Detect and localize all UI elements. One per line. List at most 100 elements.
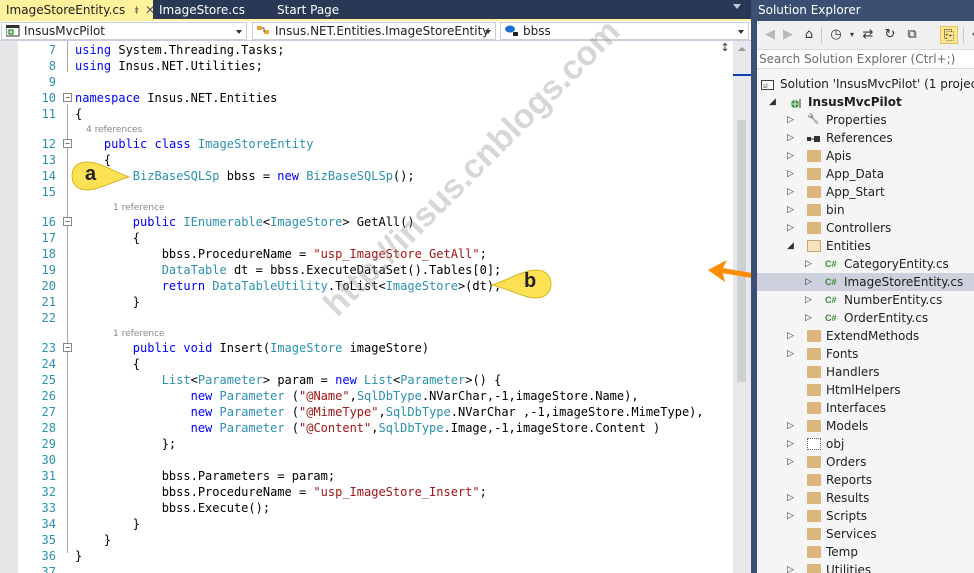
tree-item-orders[interactable]: ▷ Orders bbox=[757, 453, 974, 471]
collapsed-arrow-icon[interactable]: ▷ bbox=[787, 201, 794, 219]
collapse-region-icon[interactable]: − bbox=[63, 139, 72, 148]
code-line[interactable]: 24 { bbox=[18, 356, 708, 372]
tree-item-app-data[interactable]: ▷ App_Data bbox=[757, 165, 974, 183]
collapsed-arrow-icon[interactable]: ▷ bbox=[805, 273, 812, 291]
collapsed-arrow-icon[interactable]: ▷ bbox=[787, 345, 794, 363]
code-line[interactable]: 25 List<Parameter> param = new List<Para… bbox=[18, 372, 708, 388]
collapsed-arrow-icon[interactable]: ▷ bbox=[787, 435, 794, 453]
tree-item-obj[interactable]: ▷ obj bbox=[757, 435, 974, 453]
code-line[interactable]: 22 bbox=[18, 310, 708, 326]
code-line[interactable]: 36} bbox=[18, 548, 708, 564]
scrollbar-thumb[interactable] bbox=[737, 120, 746, 382]
code-line[interactable]: 12− public class ImageStoreEntity bbox=[18, 136, 708, 152]
collapsed-arrow-icon[interactable]: ▷ bbox=[787, 453, 794, 471]
code-line[interactable]: 10− namespace Insus.NET.Entities bbox=[18, 90, 708, 106]
tree-item-interfaces[interactable]: Interfaces bbox=[757, 399, 974, 417]
tree-item-app-start[interactable]: ▷ App_Start bbox=[757, 183, 974, 201]
collapsed-arrow-icon[interactable]: ▷ bbox=[787, 219, 794, 237]
codelens-references[interactable]: 1 reference bbox=[113, 202, 165, 214]
code-line[interactable]: 26 new Parameter ("@Name",SqlDbType.NVar… bbox=[18, 388, 708, 404]
expanded-arrow-icon[interactable]: ◢ bbox=[769, 93, 776, 111]
collapsed-arrow-icon[interactable]: ▷ bbox=[787, 147, 794, 165]
tab-start-page[interactable]: Start Page bbox=[271, 0, 351, 20]
tree-item-models[interactable]: ▷ Models bbox=[757, 417, 974, 435]
codelens-references[interactable]: 4 references bbox=[86, 124, 142, 136]
tree-item-fonts[interactable]: ▷ Fonts bbox=[757, 345, 974, 363]
split-window-icon[interactable]: ↕ bbox=[717, 41, 733, 55]
code-line[interactable]: 28 new Parameter ("@Content",SqlDbType.I… bbox=[18, 420, 708, 436]
collapsed-arrow-icon[interactable]: ▷ bbox=[787, 129, 794, 147]
code-line[interactable]: 21 } bbox=[18, 294, 708, 310]
code-line[interactable]: 9 bbox=[18, 74, 708, 90]
code-line[interactable]: 20 return DataTableUtility.ToList<ImageS… bbox=[18, 278, 708, 294]
tree-item-categoryentity-cs[interactable]: ▷ C# CategoryEntity.cs bbox=[757, 255, 974, 273]
tree-item-entities[interactable]: ◢ Entities bbox=[757, 237, 974, 255]
codelens-references[interactable]: 1 reference bbox=[113, 328, 165, 340]
code-text-area[interactable]: ↕ 7 using System.Threading.Tasks; 8 using I… bbox=[0, 12, 751, 573]
vertical-scrollbar[interactable] bbox=[733, 41, 751, 573]
back-icon[interactable]: ◀ bbox=[761, 26, 779, 44]
collapsed-arrow-icon[interactable]: ▷ bbox=[805, 309, 812, 327]
sync-icon[interactable]: ⇄ bbox=[859, 26, 877, 44]
tree-item-insusmvcpilot[interactable]: ◢ InsusMvcPilot bbox=[757, 93, 974, 111]
collapse-all-icon[interactable]: ⧉ bbox=[903, 26, 921, 44]
project-dropdown[interactable]: InsusMvcPilot bbox=[1, 22, 247, 40]
tree-item-controllers[interactable]: ▷ Controllers bbox=[757, 219, 974, 237]
code-line[interactable]: 30 bbox=[18, 452, 708, 468]
collapse-region-icon[interactable]: − bbox=[63, 343, 72, 352]
member-dropdown[interactable]: bbss bbox=[500, 22, 749, 40]
tree-item-htmlhelpers[interactable]: HtmlHelpers bbox=[757, 381, 974, 399]
tree-item-results[interactable]: ▷ Results bbox=[757, 489, 974, 507]
glyph-margin[interactable] bbox=[0, 41, 18, 573]
collapse-region-icon[interactable]: − bbox=[63, 217, 72, 226]
tree-item-handlers[interactable]: Handlers bbox=[757, 363, 974, 381]
tree-item-numberentity-cs[interactable]: ▷ C# NumberEntity.cs bbox=[757, 291, 974, 309]
code-line[interactable]: 23− public void Insert(ImageStore imageS… bbox=[18, 340, 708, 356]
tree-item-orderentity-cs[interactable]: ▷ C# OrderEntity.cs bbox=[757, 309, 974, 327]
tree-item-properties[interactable]: ▷ 🔧 Properties bbox=[757, 111, 974, 129]
collapsed-arrow-icon[interactable]: ▷ bbox=[787, 489, 794, 507]
tree-item-bin[interactable]: ▷ bin bbox=[757, 201, 974, 219]
expanded-arrow-icon[interactable]: ◢ bbox=[787, 237, 794, 255]
collapsed-arrow-icon[interactable]: ▷ bbox=[787, 417, 794, 435]
code-line[interactable]: 37 bbox=[18, 564, 708, 573]
code-line[interactable]: 35 } bbox=[18, 532, 708, 548]
code-line[interactable]: 17 { bbox=[18, 230, 708, 246]
tree-item-references[interactable]: ▷ References bbox=[757, 129, 974, 147]
code-line[interactable]: 27 new Parameter ("@MimeType",SqlDbType.… bbox=[18, 404, 708, 420]
collapsed-arrow-icon[interactable]: ▷ bbox=[805, 291, 812, 309]
tree-item-services[interactable]: Services bbox=[757, 525, 974, 543]
tree-item-utilities[interactable]: ▷ Utilities bbox=[757, 561, 974, 573]
code-line[interactable]: 31 bbss.Parameters = param; bbox=[18, 468, 708, 484]
code-icon[interactable]: ‹ bbox=[965, 26, 974, 44]
tree-item-apis[interactable]: ▷ Apis bbox=[757, 147, 974, 165]
tree-item-reports[interactable]: Reports bbox=[757, 471, 974, 489]
refresh-icon[interactable]: ↻ bbox=[881, 26, 899, 44]
code-line[interactable]: 32 bbss.ProcedureName = "usp_ImageStore_… bbox=[18, 484, 708, 500]
collapsed-arrow-icon[interactable]: ▷ bbox=[787, 183, 794, 201]
code-line[interactable]: 11 { bbox=[18, 106, 708, 122]
collapsed-arrow-icon[interactable]: ▷ bbox=[787, 507, 794, 525]
scroll-up-icon[interactable] bbox=[738, 47, 746, 51]
collapsed-arrow-icon[interactable]: ▷ bbox=[805, 255, 812, 273]
tab-imagestore[interactable]: ImageStore.cs bbox=[153, 0, 253, 20]
code-line[interactable]: 16− public IEnumerable<ImageStore> GetAl… bbox=[18, 214, 708, 230]
code-line[interactable]: 18 bbss.ProcedureName = "usp_ImageStore_… bbox=[18, 246, 708, 262]
tree-item-scripts[interactable]: ▷ Scripts bbox=[757, 507, 974, 525]
collapsed-arrow-icon[interactable]: ▷ bbox=[787, 327, 794, 345]
home-icon[interactable]: ⌂ bbox=[800, 26, 818, 44]
code-line[interactable]: 29 }; bbox=[18, 436, 708, 452]
code-line[interactable]: 7 using System.Threading.Tasks; bbox=[18, 42, 708, 58]
search-solution-explorer-input[interactable]: Search Solution Explorer (Ctrl+;) bbox=[757, 50, 974, 69]
type-dropdown[interactable]: Insus.NET.Entities.ImageStoreEntity bbox=[252, 22, 496, 40]
tree-item-solution-insusmvcpilot-1-project[interactable]: sl Solution 'InsusMvcPilot' (1 project) bbox=[757, 75, 974, 93]
code-line[interactable]: 34 } bbox=[18, 516, 708, 532]
tree-item-imagestoreentity-cs[interactable]: ▷ C# ImageStoreEntity.cs bbox=[757, 273, 974, 291]
collapsed-arrow-icon[interactable]: ▷ bbox=[787, 111, 794, 129]
collapse-region-icon[interactable]: − bbox=[63, 93, 72, 102]
code-line[interactable]: 33 bbss.Execute(); bbox=[18, 500, 708, 516]
tab-imagestoreentity[interactable]: ImageStoreEntity.cs ⯒ ✕ bbox=[0, 0, 155, 20]
collapsed-arrow-icon[interactable]: ▷ bbox=[787, 561, 794, 573]
tree-item-extendmethods[interactable]: ▷ ExtendMethods bbox=[757, 327, 974, 345]
show-all-files-icon[interactable]: ⎘ bbox=[940, 26, 958, 44]
